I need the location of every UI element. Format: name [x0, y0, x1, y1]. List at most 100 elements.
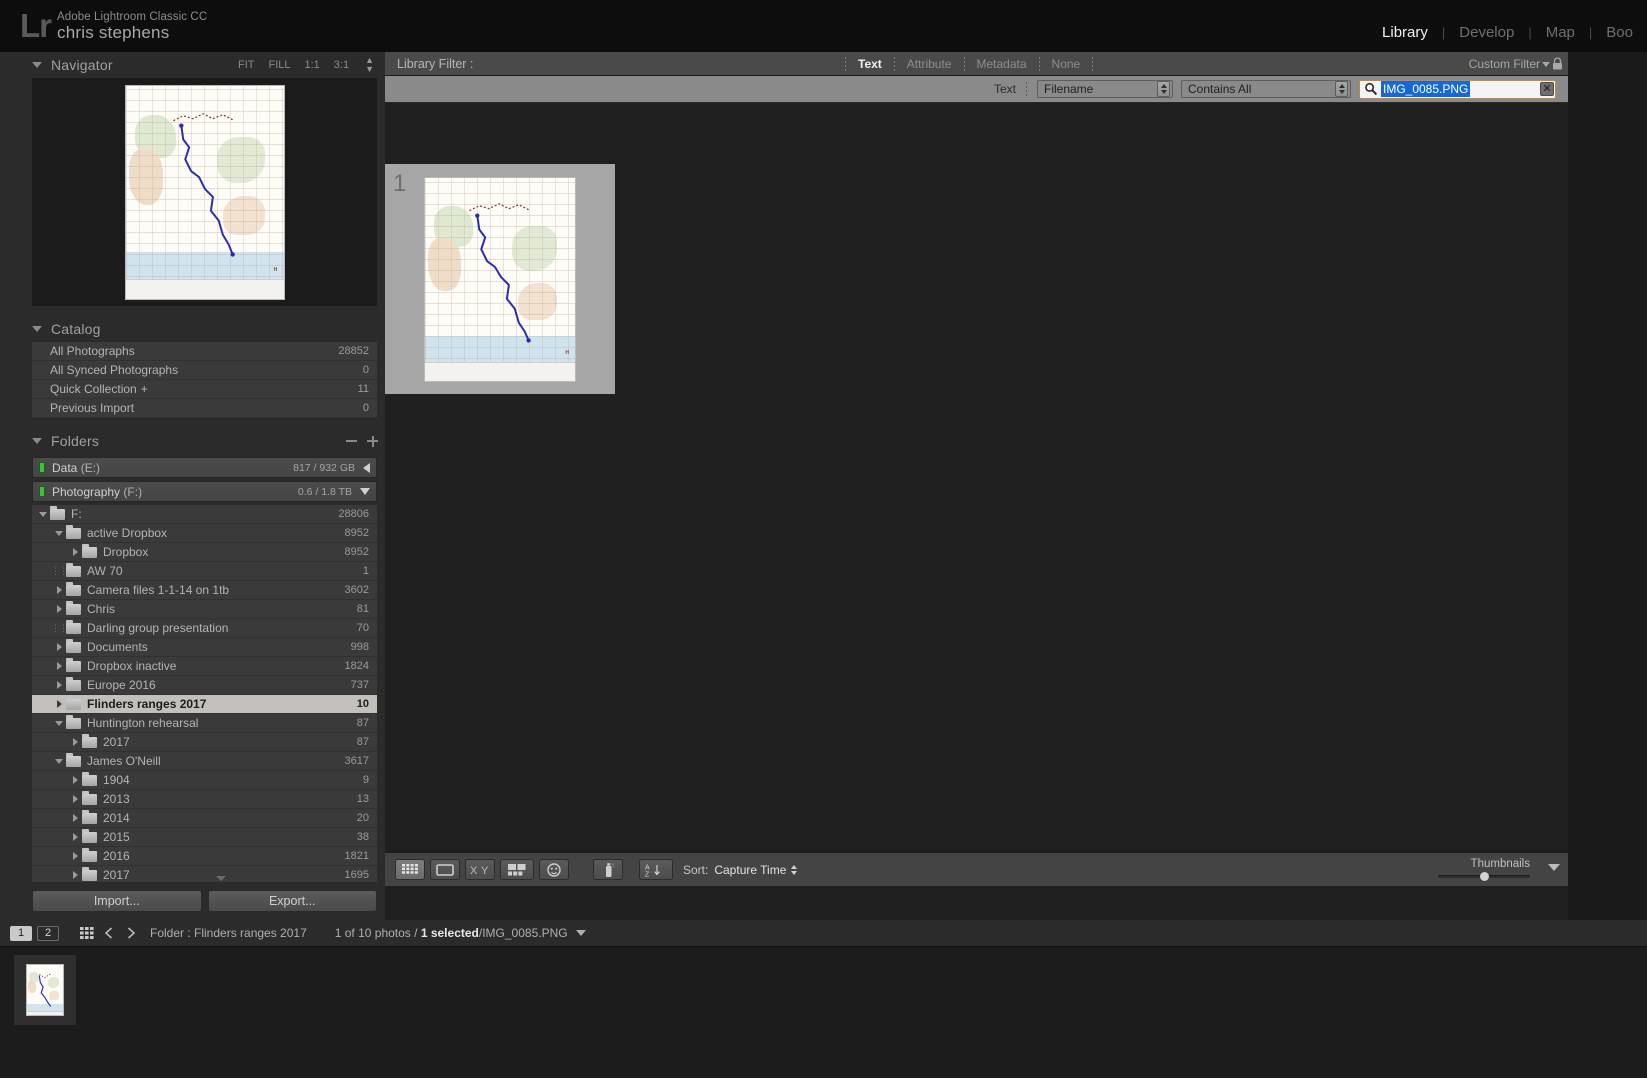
navigator-preview[interactable]: H [32, 78, 377, 306]
screen-1-button[interactable]: 1 [10, 925, 32, 941]
lock-icon[interactable] [1552, 57, 1563, 70]
folder-row[interactable]: ⋮⋮ AW 70 1 [32, 562, 377, 581]
zoom-fill[interactable]: FILL [261, 59, 297, 71]
disclosure-triangle-right-icon[interactable] [68, 776, 82, 784]
disclosure-triangle-right-icon[interactable] [68, 871, 82, 879]
remove-folder-icon[interactable] [346, 440, 357, 442]
compare-view-button[interactable]: X Y [465, 859, 495, 880]
stepper-icon[interactable] [1335, 81, 1348, 97]
go-back-button[interactable] [98, 924, 120, 942]
filter-field-select[interactable]: Filename [1037, 80, 1173, 98]
chevron-down-icon[interactable] [1542, 62, 1550, 67]
folder-row[interactable]: Documents 998 [32, 638, 377, 657]
grid-view-shortcut-button[interactable] [76, 924, 98, 942]
custom-filter-label[interactable]: Custom Filter [1469, 52, 1540, 76]
thumbnail-size-slider[interactable] [1438, 871, 1530, 881]
import-button[interactable]: Import... [32, 890, 202, 912]
filmstrip-source-label[interactable]: Folder : Flinders ranges 2017 [150, 926, 307, 940]
filter-tab-none[interactable]: None [1040, 57, 1093, 71]
disclosure-triangle-icon[interactable] [32, 326, 42, 332]
catalog-item-quick-collection[interactable]: Quick Collection + 11 [32, 380, 377, 399]
folder-row[interactable]: Flinders ranges 2017 10 [32, 695, 377, 714]
volume-row-photography-f[interactable]: Photography (F:) 0.6 / 1.8 TB [32, 481, 377, 502]
survey-view-button[interactable] [500, 859, 534, 880]
folder-row[interactable]: Dropbox 8952 [32, 543, 377, 562]
folder-row[interactable]: 2016 1821 [32, 847, 377, 866]
sort-direction-button[interactable]: A Z [639, 859, 673, 880]
disclosure-triangle-right-icon[interactable] [52, 586, 66, 594]
disclosure-triangle-icon[interactable] [32, 438, 42, 444]
disclosure-triangle-right-icon[interactable] [52, 662, 66, 670]
photo-thumbnail[interactable]: H [424, 176, 576, 382]
screen-2-button[interactable]: 2 [37, 925, 59, 941]
disclosure-triangle-right-icon[interactable] [68, 814, 82, 822]
disclosure-triangle-right-icon[interactable] [68, 738, 82, 746]
add-folder-icon[interactable] [367, 435, 379, 447]
disclosure-triangle-right-icon[interactable] [68, 795, 82, 803]
volume-disclosure-icon[interactable] [363, 462, 370, 473]
filmstrip-source-caret-icon[interactable] [575, 930, 586, 936]
disclosure-triangle-icon[interactable] [32, 62, 42, 68]
catalog-header[interactable]: Catalog [24, 316, 385, 342]
folder-row[interactable]: Europe 2016 737 [32, 676, 377, 695]
disclosure-triangle-right-icon[interactable] [52, 605, 66, 613]
disclosure-triangle-down-icon[interactable] [52, 530, 66, 536]
folders-header[interactable]: Folders [24, 428, 385, 454]
filter-tab-text[interactable]: Text [846, 57, 894, 71]
module-develop[interactable]: Develop [1445, 24, 1528, 41]
disclosure-triangle-down-icon[interactable] [36, 511, 50, 517]
zoom-1-1[interactable]: 1:1 [297, 59, 326, 71]
folder-row[interactable]: 2017 87 [32, 733, 377, 752]
clear-search-icon[interactable]: ✕ [1540, 82, 1554, 96]
folder-row[interactable]: active Dropbox 8952 [32, 524, 377, 543]
zoom-3-1[interactable]: 3:1 [327, 59, 356, 71]
folder-row[interactable]: Huntington rehearsal 87 [32, 714, 377, 733]
toolbar-options-caret-icon[interactable] [1548, 864, 1560, 871]
folder-row[interactable]: ⋮⋮ Darling group presentation 70 [32, 619, 377, 638]
disclosure-triangle-right-icon[interactable] [52, 700, 66, 708]
filter-search-input[interactable]: IMG_0085.PNG [1359, 79, 1556, 99]
catalog-item-previous-import[interactable]: Previous Import 0 [32, 399, 377, 418]
volume-disclosure-icon[interactable] [360, 488, 370, 495]
navigator-header[interactable]: Navigator FIT FILL 1:1 3:1 ▲ ▼ [24, 52, 385, 78]
quick-collection-plus-icon[interactable]: + [137, 382, 148, 396]
folder-row[interactable]: Chris 81 [32, 600, 377, 619]
module-library[interactable]: Library [1368, 24, 1442, 41]
folder-row[interactable]: 2013 13 [32, 790, 377, 809]
catalog-item-all-photographs[interactable]: All Photographs 28852 [32, 342, 377, 361]
folder-row[interactable]: 2014 20 [32, 809, 377, 828]
sort-criteria-dropdown[interactable]: Capture Time [714, 863, 798, 877]
module-book[interactable]: Boo [1592, 24, 1647, 41]
loupe-view-button[interactable] [430, 859, 460, 880]
export-button[interactable]: Export... [207, 890, 377, 912]
disclosure-triangle-right-icon[interactable] [52, 643, 66, 651]
stepper-icon[interactable] [791, 864, 798, 875]
right-panel-collapse-strip[interactable] [1568, 52, 1647, 920]
folder-row[interactable]: Camera files 1-1-14 on 1tb 3602 [32, 581, 377, 600]
folder-row[interactable]: 1904 9 [32, 771, 377, 790]
go-forward-button[interactable] [120, 924, 142, 942]
catalog-item-all-synced-photographs[interactable]: All Synced Photographs 0 [32, 361, 377, 380]
slider-knob[interactable] [1480, 872, 1489, 881]
module-map[interactable]: Map [1532, 24, 1589, 41]
filter-tab-attribute[interactable]: Attribute [895, 57, 964, 71]
disclosure-triangle-right-icon[interactable] [52, 681, 66, 689]
folder-row[interactable]: 2015 38 [32, 828, 377, 847]
painter-tool-button[interactable] [593, 859, 623, 880]
grid-view-button[interactable] [395, 859, 425, 880]
filter-tab-metadata[interactable]: Metadata [965, 57, 1039, 71]
folder-row[interactable]: F: 28806 [32, 505, 377, 524]
search-input-value[interactable]: IMG_0085.PNG [1381, 81, 1471, 97]
filmstrip-thumbnail-1[interactable] [14, 955, 76, 1025]
people-view-button[interactable] [539, 859, 569, 880]
zoom-stepper-icon[interactable]: ▲ ▼ [358, 56, 381, 74]
disclosure-triangle-down-icon[interactable] [52, 758, 66, 764]
folder-row[interactable]: Dropbox inactive 1824 [32, 657, 377, 676]
disclosure-triangle-down-icon[interactable] [52, 720, 66, 726]
disclosure-triangle-right-icon[interactable] [68, 833, 82, 841]
volume-row-data-e[interactable]: Data (E:) 817 / 932 GB [32, 457, 377, 478]
filter-rule-select[interactable]: Contains All [1181, 80, 1351, 98]
folder-row[interactable]: James O'Neill 3617 [32, 752, 377, 771]
disclosure-triangle-right-icon[interactable] [68, 852, 82, 860]
zoom-fit[interactable]: FIT [231, 59, 262, 71]
